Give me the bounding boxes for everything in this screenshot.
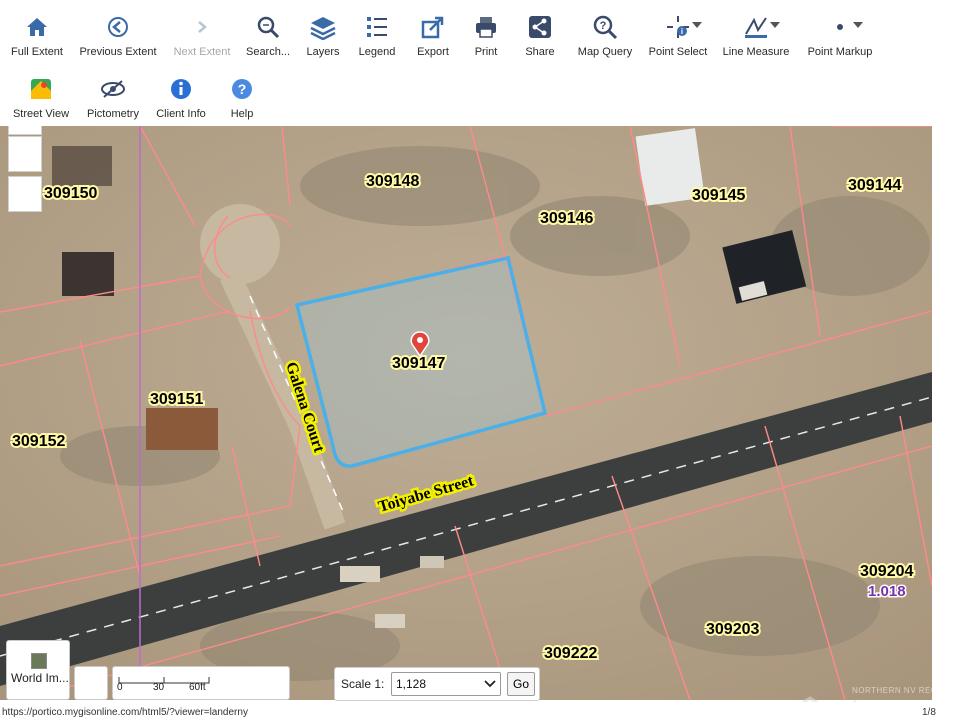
scale-label: Scale 1: bbox=[341, 677, 385, 691]
street-view-button[interactable]: Street View bbox=[10, 74, 72, 120]
home-icon bbox=[22, 12, 52, 42]
aerial-map[interactable]: 309150 309148 309146 309145 309144 30914… bbox=[0, 126, 932, 700]
pictometry-button[interactable]: Pictometry bbox=[84, 74, 142, 120]
basemap-selector[interactable]: World Im... bbox=[6, 640, 70, 700]
parcel-label-309148: 309148 bbox=[366, 173, 419, 190]
forward-arrow-icon bbox=[187, 12, 217, 42]
point-markup-button[interactable]: Point Markup bbox=[806, 12, 874, 58]
point-markup-label: Point Markup bbox=[807, 46, 873, 58]
status-bar: https://portico.mygisonline.com/html5/?v… bbox=[0, 702, 960, 720]
scale-bar: 0 30 60ft bbox=[112, 666, 290, 700]
export-label: Export bbox=[417, 46, 449, 58]
home-zoom-button[interactable] bbox=[8, 176, 42, 212]
zoom-out-button[interactable] bbox=[8, 136, 42, 172]
street-view-icon bbox=[26, 74, 56, 104]
legend-label: Legend bbox=[358, 46, 396, 58]
parcel-label-309152: 309152 bbox=[12, 433, 65, 450]
layers-label: Layers bbox=[306, 46, 340, 58]
scale-tick-60ft: 60ft bbox=[189, 682, 206, 693]
client-info-button[interactable]: Client Info bbox=[152, 74, 210, 120]
next-extent-label: Next Extent bbox=[173, 46, 231, 58]
basemap-thumbnail bbox=[31, 653, 47, 669]
legend-button[interactable]: Legend bbox=[356, 12, 398, 58]
parcel-label-309222: 309222 bbox=[544, 645, 597, 662]
search-icon bbox=[253, 12, 283, 42]
scale-tick-30: 30 bbox=[153, 682, 165, 693]
go-button[interactable]: Go bbox=[507, 672, 535, 696]
full-extent-label: Full Extent bbox=[11, 46, 63, 58]
parcel-label-309203: 309203 bbox=[706, 621, 759, 638]
scale-value: 1,128 bbox=[396, 677, 427, 691]
point-markup-dropdown-icon[interactable] bbox=[853, 22, 863, 28]
zoom-in-button[interactable] bbox=[8, 126, 42, 135]
basemap-label: World Im... bbox=[11, 671, 69, 685]
search-button[interactable]: Search... bbox=[244, 12, 292, 58]
parcel-label-309144: 309144 bbox=[848, 177, 901, 194]
street-view-label: Street View bbox=[12, 108, 70, 120]
svg-text:?: ? bbox=[600, 20, 607, 32]
line-measure-button[interactable]: Line Measure bbox=[722, 12, 790, 58]
scale-tick-0: 0 bbox=[117, 682, 123, 693]
point-select-dropdown-icon[interactable] bbox=[692, 22, 702, 28]
scale-select[interactable]: 1,128 bbox=[391, 672, 501, 696]
help-button[interactable]: ? Help bbox=[222, 74, 262, 120]
acreage-label-309204: 1.018 bbox=[868, 583, 906, 600]
info-icon bbox=[166, 74, 196, 104]
pictometry-eye-icon bbox=[98, 74, 128, 104]
parcel-label-309147: 309147 bbox=[392, 355, 445, 372]
help-label: Help bbox=[230, 108, 254, 120]
line-measure-dropdown-icon[interactable] bbox=[770, 22, 780, 28]
help-question-icon: ? bbox=[227, 74, 257, 104]
point-markup-icon bbox=[825, 12, 855, 42]
export-button[interactable]: Export bbox=[412, 12, 454, 58]
map-query-button[interactable]: ? Map Query bbox=[574, 12, 636, 58]
previous-extent-button[interactable]: Previous Extent bbox=[78, 12, 158, 58]
back-arrow-icon bbox=[103, 12, 133, 42]
layers-icon bbox=[308, 12, 338, 42]
map-query-label: Map Query bbox=[577, 46, 633, 58]
parcel-label-309145: 309145 bbox=[692, 187, 745, 204]
line-measure-icon bbox=[741, 12, 771, 42]
page-indicator: 1/8 bbox=[922, 707, 936, 718]
overview-toggle-button[interactable] bbox=[74, 666, 108, 700]
query-magnifier-icon: ? bbox=[590, 12, 620, 42]
share-button[interactable]: Share bbox=[520, 12, 560, 58]
point-select-button[interactable]: i Point Select bbox=[646, 12, 710, 58]
printer-icon bbox=[471, 12, 501, 42]
legend-list-icon bbox=[362, 12, 392, 42]
parcel-label-309151: 309151 bbox=[150, 391, 203, 408]
status-url: https://portico.mygisonline.com/html5/?v… bbox=[2, 707, 248, 718]
share-icon bbox=[525, 12, 555, 42]
parcel-label-309146: 309146 bbox=[540, 210, 593, 227]
scale-control: Scale 1: 1,128 Go bbox=[334, 667, 540, 701]
go-label: Go bbox=[512, 677, 529, 691]
next-extent-button[interactable]: Next Extent bbox=[170, 12, 234, 58]
search-label: Search... bbox=[245, 46, 291, 58]
export-icon bbox=[418, 12, 448, 42]
parcel-label-309150: 309150 bbox=[44, 185, 97, 202]
point-info-icon: i bbox=[663, 12, 693, 42]
print-button[interactable]: Print bbox=[466, 12, 506, 58]
full-extent-button[interactable]: Full Extent bbox=[8, 12, 66, 58]
parcel-label-309204: 309204 bbox=[860, 563, 913, 580]
print-label: Print bbox=[474, 46, 498, 58]
svg-text:?: ? bbox=[238, 81, 247, 97]
toolbar: Full Extent Previous Extent Next Extent … bbox=[0, 0, 960, 126]
map-view[interactable]: 309150 309148 309146 309145 309144 30914… bbox=[0, 126, 932, 700]
pictometry-label: Pictometry bbox=[87, 108, 139, 120]
layers-button[interactable]: Layers bbox=[302, 12, 344, 58]
previous-extent-label: Previous Extent bbox=[79, 46, 157, 58]
line-measure-label: Line Measure bbox=[722, 46, 790, 58]
share-label: Share bbox=[525, 46, 555, 58]
client-info-label: Client Info bbox=[156, 108, 206, 120]
chevron-down-icon bbox=[484, 680, 496, 688]
point-select-label: Point Select bbox=[648, 46, 708, 58]
svg-text:i: i bbox=[681, 27, 683, 36]
